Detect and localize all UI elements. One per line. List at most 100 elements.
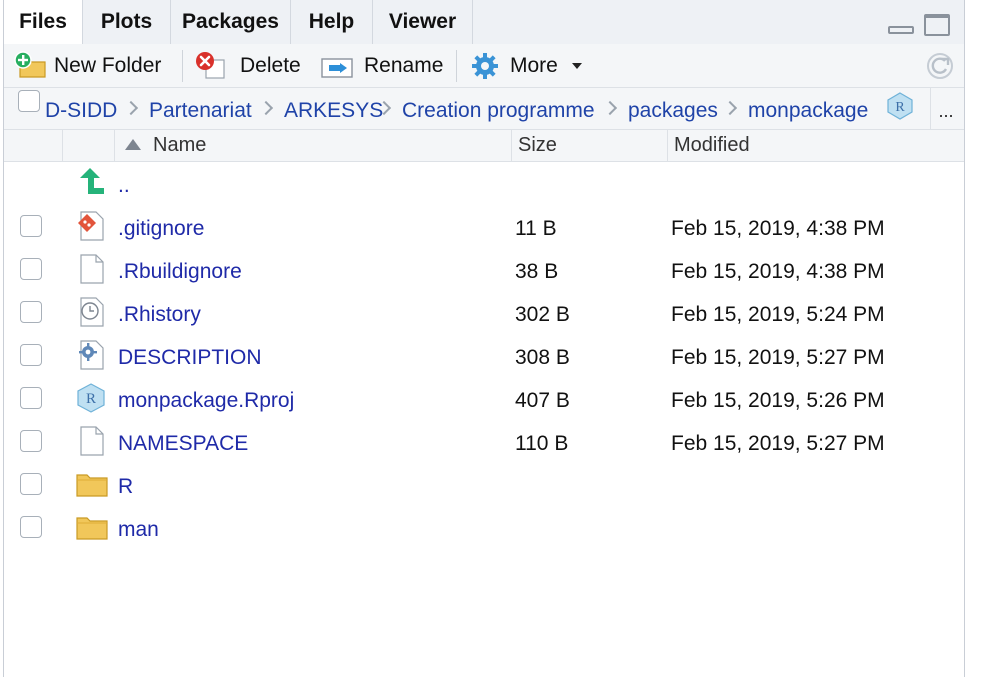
new-folder-button[interactable]: New Folder: [14, 44, 161, 88]
files-toolbar: New Folder Delete Rename More: [4, 44, 964, 88]
file-size: 308 B: [515, 346, 570, 369]
chevron-down-icon: [571, 63, 582, 69]
tab-packages[interactable]: Packages: [171, 0, 291, 44]
delete-button[interactable]: Delete: [194, 44, 301, 88]
folder-name-link[interactable]: R: [118, 463, 133, 506]
breadcrumb-overflow-button[interactable]: ...: [930, 88, 961, 130]
header-icon-column: [62, 130, 114, 161]
file-size: 110 B: [515, 432, 569, 455]
row-checkbox[interactable]: [20, 344, 42, 366]
tab-plots[interactable]: Plots: [83, 0, 171, 44]
file-row[interactable]: .Rbuildignore 38 B Feb 15, 2019, 4:38 PM: [4, 248, 964, 291]
select-all-checkbox[interactable]: [18, 90, 40, 112]
more-label: More: [510, 54, 558, 77]
file-size: 407 B: [515, 389, 570, 412]
window-background: [965, 0, 997, 677]
chevron-right-icon: [258, 100, 274, 116]
rename-icon: [320, 51, 354, 81]
row-checkbox[interactable]: [20, 430, 42, 452]
folder-icon: [76, 469, 108, 499]
breadcrumb-item[interactable]: D-SIDD: [45, 88, 117, 130]
more-menu-button[interactable]: More: [470, 44, 582, 88]
minimize-icon: [888, 26, 914, 34]
text-file-icon: [76, 254, 106, 284]
rename-label: Rename: [364, 54, 444, 77]
breadcrumb-item-current[interactable]: monpackage: [748, 88, 868, 130]
files-pane: Files Plots Packages Help Viewer New Fol…: [3, 0, 965, 677]
file-name-link[interactable]: NAMESPACE: [118, 420, 248, 463]
file-table-header: Name Size Modified: [4, 130, 964, 162]
file-size: 38 B: [515, 260, 559, 283]
row-checkbox[interactable]: [20, 387, 42, 409]
file-name-link[interactable]: DESCRIPTION: [118, 334, 262, 377]
delete-label: Delete: [240, 54, 301, 77]
file-row[interactable]: .gitignore 11 B Feb 15, 2019, 4:38 PM: [4, 205, 964, 248]
tab-files[interactable]: Files: [4, 0, 83, 45]
toolbar-separator: [456, 50, 457, 82]
project-r-icon[interactable]: R: [886, 92, 914, 120]
sort-ascending-icon: [125, 139, 141, 150]
parent-directory-row[interactable]: ..: [4, 162, 964, 205]
file-name-link[interactable]: .Rbuildignore: [118, 248, 242, 291]
file-modified: Feb 15, 2019, 5:27 PM: [671, 346, 885, 369]
file-row[interactable]: .Rhistory 302 B Feb 15, 2019, 5:24 PM: [4, 291, 964, 334]
minimize-pane-button[interactable]: [888, 14, 914, 36]
header-name-label: Name: [153, 134, 207, 156]
git-file-icon: [76, 211, 106, 241]
file-row[interactable]: NAMESPACE 110 B Feb 15, 2019, 5:27 PM: [4, 420, 964, 463]
rename-button[interactable]: Rename: [320, 44, 443, 88]
folder-row[interactable]: R: [4, 463, 964, 506]
breadcrumb-item[interactable]: Partenariat: [149, 88, 252, 130]
row-checkbox[interactable]: [20, 301, 42, 323]
tab-bar: Files Plots Packages Help Viewer: [4, 0, 964, 45]
breadcrumb-item[interactable]: ARKESYS: [284, 88, 383, 130]
header-size[interactable]: Size: [511, 130, 667, 161]
file-row[interactable]: R monpackage.Rproj 407 B Feb 15, 2019, 5…: [4, 377, 964, 420]
text-file-icon: [76, 426, 106, 456]
row-checkbox[interactable]: [20, 258, 42, 280]
file-modified: Feb 15, 2019, 5:24 PM: [671, 303, 885, 326]
svg-text:R: R: [86, 391, 96, 407]
folder-row[interactable]: man: [4, 506, 964, 549]
file-row[interactable]: DESCRIPTION 308 B Feb 15, 2019, 5:27 PM: [4, 334, 964, 377]
file-name-link[interactable]: .gitignore: [118, 205, 204, 248]
gear-file-icon: [76, 340, 106, 370]
file-modified: Feb 15, 2019, 5:26 PM: [671, 389, 885, 412]
tab-help[interactable]: Help: [291, 0, 373, 44]
new-folder-label: New Folder: [54, 54, 162, 77]
row-checkbox[interactable]: [20, 516, 42, 538]
file-size: 302 B: [515, 303, 570, 326]
file-modified: Feb 15, 2019, 4:38 PM: [671, 260, 885, 283]
row-checkbox[interactable]: [20, 473, 42, 495]
breadcrumb-item[interactable]: Creation programme: [402, 88, 595, 130]
tab-viewer[interactable]: Viewer: [373, 0, 473, 44]
row-checkbox[interactable]: [20, 215, 42, 237]
file-size: 11 B: [515, 217, 557, 240]
chevron-right-icon: [722, 100, 738, 116]
maximize-icon: [924, 14, 950, 36]
file-modified: Feb 15, 2019, 4:38 PM: [671, 217, 885, 240]
chevron-right-icon: [602, 100, 618, 116]
svg-text:R: R: [895, 100, 905, 115]
breadcrumb: D-SIDD Partenariat ARKESYS Creation prog…: [4, 88, 964, 130]
history-file-icon: [76, 297, 106, 327]
gear-icon: [470, 51, 500, 81]
header-name[interactable]: Name: [114, 130, 511, 161]
refresh-icon: [927, 53, 953, 79]
file-name-link[interactable]: monpackage.Rproj: [118, 377, 294, 420]
parent-directory-link[interactable]: ..: [118, 162, 130, 205]
folder-name-link[interactable]: man: [118, 506, 159, 549]
rproj-file-icon: R: [76, 383, 106, 413]
new-folder-icon: [14, 51, 46, 81]
folder-icon: [76, 512, 108, 542]
file-name-link[interactable]: .Rhistory: [118, 291, 201, 334]
up-arrow-icon: [76, 166, 106, 196]
chevron-right-icon: [123, 100, 139, 116]
delete-icon: [194, 51, 230, 81]
toolbar-separator: [182, 50, 183, 82]
breadcrumb-item[interactable]: packages: [628, 88, 718, 130]
header-modified[interactable]: Modified: [667, 130, 964, 161]
maximize-pane-button[interactable]: [924, 14, 950, 36]
file-modified: Feb 15, 2019, 5:27 PM: [671, 432, 885, 455]
refresh-button[interactable]: [925, 51, 955, 81]
